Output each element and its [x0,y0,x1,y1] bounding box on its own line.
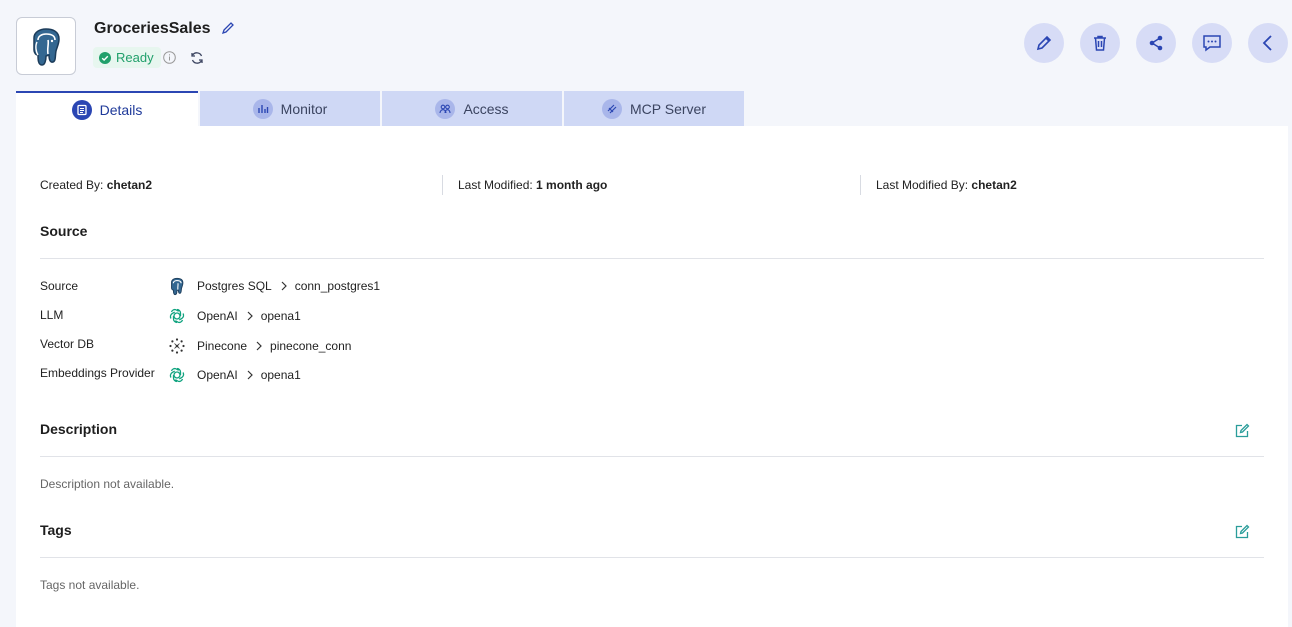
last-modified: Last Modified: 1 month ago [458,178,607,192]
connection-name: opena1 [260,309,301,323]
provider-name: Pinecone [197,339,248,353]
description-empty-text: Description not available. [40,477,175,491]
provider-name: Postgres SQL [197,279,272,293]
last-modified-by-label: Last Modified By: [876,178,972,192]
back-button[interactable] [1248,23,1288,63]
bar-chart-icon [252,98,273,119]
page-header: GroceriesSales Ready [0,0,1292,90]
page-title: GroceriesSales [94,20,211,37]
openai-icon [167,306,187,326]
comment-icon [1203,35,1221,52]
server-icon [602,98,622,119]
tab-label: Monitor [280,100,328,117]
source-row-value: Postgres SQL conn_postgres1 [167,276,380,296]
last-modified-label: Last Modified: [458,178,537,192]
provider-name: OpenAI [197,368,238,382]
users-icon [435,98,456,119]
llm-row-value: OpenAI opena1 [167,306,301,326]
edit-description-icon[interactable] [1234,423,1250,439]
check-circle-icon [99,51,111,64]
llm-row-label: LLM [40,308,64,322]
vector-db-row-value: Pinecone pinecone_conn [167,336,351,356]
tab-label: Access [463,100,509,117]
provider-name: OpenAI [197,309,238,323]
vector-db-row-label: Vector DB [40,337,95,351]
tags-section-title: Tags [40,522,72,538]
created-by-label: Created By: [40,178,107,192]
share-icon [1149,35,1163,51]
share-button[interactable] [1136,23,1176,63]
divider [40,258,1264,259]
edit-button[interactable] [1024,23,1064,63]
chevron-left-icon [1262,35,1272,51]
tags-empty-text: Tags not available. [40,578,140,592]
embeddings-row-value: OpenAI opena1 [167,365,301,385]
pencil-icon[interactable] [221,21,235,35]
trash-icon [1094,35,1106,51]
pencil-icon [1036,35,1052,51]
postgres-logo [16,17,76,75]
last-modified-by: Last Modified By: chetan2 [876,178,1017,192]
edit-tags-icon[interactable] [1234,524,1250,540]
divider [442,175,443,195]
tab-details[interactable]: Details [16,91,198,126]
comment-button[interactable] [1192,23,1232,63]
tab-bar: Details Monitor Access MCP Server [16,91,744,126]
connection-name: opena1 [260,368,301,382]
chevron-right-icon [247,311,253,321]
embeddings-row-label: Embeddings Provider [40,366,155,380]
chevron-right-icon [281,281,287,291]
chevron-right-icon [256,341,262,351]
refresh-icon[interactable] [190,51,204,65]
last-modified-value: 1 month ago [536,178,608,192]
chevron-right-icon [247,370,253,380]
tab-label: MCP Server [630,100,706,117]
tab-label: Details [99,101,143,118]
source-row-label: Source [40,279,79,293]
last-modified-by-value: chetan2 [971,178,1017,192]
divider [40,557,1264,558]
details-panel: Created By: chetan2 Last Modified: 1 mon… [16,126,1288,627]
connection-name: pinecone_conn [270,339,352,353]
divider [860,175,861,195]
tab-mcp-server[interactable]: MCP Server [564,91,744,126]
status-badge: Ready [93,47,161,68]
delete-button[interactable] [1080,23,1120,63]
tab-access[interactable]: Access [382,91,562,126]
tab-monitor[interactable]: Monitor [200,91,380,126]
description-section-title: Description [40,421,118,437]
connection-name: conn_postgres1 [294,279,381,293]
created-by-value: chetan2 [106,178,153,192]
postgres-elephant-icon [33,28,60,66]
info-icon[interactable] [163,51,176,64]
postgres-icon [167,276,187,296]
pinecone-icon [167,336,187,356]
openai-icon [167,365,187,385]
source-section-title: Source [40,223,88,239]
created-by: Created By: chetan2 [40,178,152,192]
divider [40,456,1264,457]
header-actions [1024,23,1288,63]
details-icon [71,99,92,120]
status-text: Ready [116,50,154,65]
